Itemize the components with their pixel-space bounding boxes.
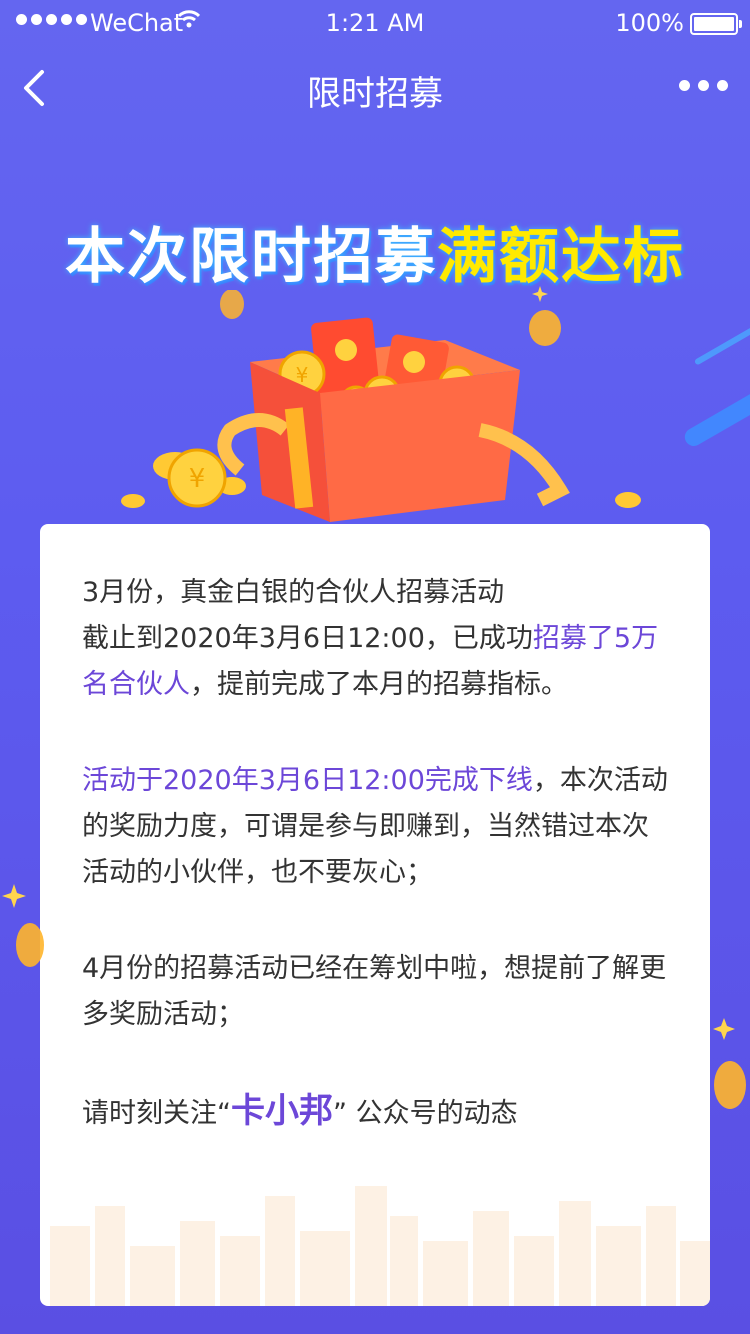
city-skyline-decoration bbox=[50, 1186, 710, 1306]
battery-percent: 100% bbox=[615, 9, 684, 37]
content-card: 3月份，真金白银的合伙人招募活动 截止到2020年3月6日12:00，已成功招募… bbox=[40, 524, 710, 1306]
battery-icon bbox=[690, 13, 742, 35]
brand-name: 卡小邦 bbox=[231, 1091, 333, 1131]
headline: 本次限时招募满额达标 bbox=[0, 208, 750, 295]
text-line: 3月份，真金白银的合伙人招募活动 bbox=[82, 577, 505, 608]
nav-bar: 限时招募 bbox=[0, 44, 750, 132]
paragraph-recruitment-result: 3月份，真金白银的合伙人招募活动 截止到2020年3月6日12:00，已成功招募… bbox=[82, 570, 674, 708]
paragraph-april-plan: 4月份的招募活动已经在筹划中啦，想提前了解更多奖励活动； bbox=[82, 946, 674, 1038]
text-line: 4月份的招募活动已经在筹划中啦，想提前了解更多奖励活动； bbox=[82, 953, 667, 1030]
quote-open: “ bbox=[217, 1098, 231, 1129]
text-line: ，提前完成了本月的招募指标。 bbox=[190, 669, 568, 700]
status-bar: WeChat 1:21 AM 100% bbox=[0, 0, 750, 44]
more-options-icon[interactable] bbox=[679, 80, 728, 91]
text-line: 请时刻关注 bbox=[82, 1098, 217, 1129]
svg-text:¥: ¥ bbox=[189, 464, 206, 494]
highlight-activity-offline: 活动于2020年3月6日12:00完成下线 bbox=[82, 765, 533, 796]
paragraph-follow: 请时刻关注“卡小邦” 公众号的动态 bbox=[82, 1088, 674, 1137]
text-line: 截止到2020年3月6日12:00，已成功 bbox=[82, 623, 533, 654]
headline-highlight: 满额达标 bbox=[437, 222, 685, 292]
headline-text: 本次限时招募 bbox=[65, 222, 437, 292]
gift-box-illustration: ¥ ¥ bbox=[121, 290, 750, 522]
quote-close: ” bbox=[333, 1098, 347, 1129]
text-line: 公众号的动态 bbox=[347, 1098, 518, 1129]
announcement-text: 3月份，真金白银的合伙人招募活动 截止到2020年3月6日12:00，已成功招募… bbox=[82, 570, 674, 1187]
page-title: 限时招募 bbox=[307, 74, 443, 114]
paragraph-activity-ended: 活动于2020年3月6日12:00完成下线，本次活动的奖励力度，可谓是参与即赚到… bbox=[82, 758, 674, 896]
